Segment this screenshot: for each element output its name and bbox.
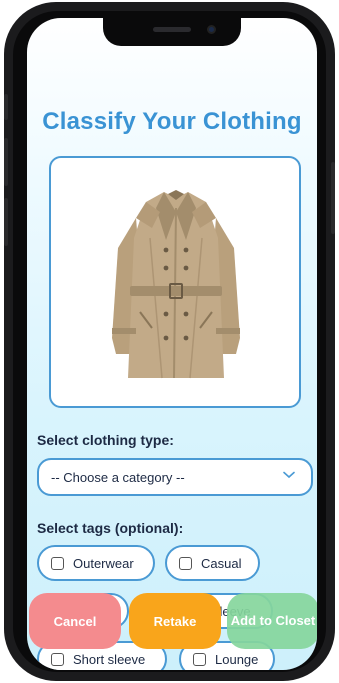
- app-screen: Classify Your Clothing Select clothing t…: [27, 18, 317, 670]
- checkbox-icon[interactable]: [51, 556, 64, 570]
- cancel-button[interactable]: Cancel: [29, 593, 121, 649]
- checkbox-icon[interactable]: [179, 556, 192, 570]
- tag-label: Outerwear: [73, 555, 134, 571]
- power-button: [331, 162, 335, 234]
- volume-down-button: [4, 198, 8, 246]
- tag-outerwear[interactable]: Outerwear: [37, 545, 155, 581]
- tag-label: Lounge: [215, 651, 259, 667]
- tag-label: Short sleeve: [73, 651, 146, 667]
- mute-switch: [4, 94, 8, 120]
- category-select[interactable]: -- Choose a category --: [37, 458, 313, 496]
- tag-label: Casual: [201, 555, 242, 571]
- category-select-value: -- Choose a category --: [51, 469, 185, 485]
- retake-button[interactable]: Retake: [129, 593, 221, 649]
- trench-coat-image: [112, 190, 240, 379]
- clothing-type-label: Select clothing type:: [37, 432, 174, 448]
- speaker-grille: [153, 27, 191, 32]
- tag-casual[interactable]: Casual: [165, 545, 260, 581]
- clothing-photo: [49, 156, 301, 408]
- checkbox-icon[interactable]: [51, 652, 64, 666]
- front-camera: [207, 25, 216, 34]
- chevron-down-icon: [283, 471, 295, 479]
- tags-label: Select tags (optional):: [37, 520, 184, 536]
- add-to-closet-button[interactable]: Add to Closet: [227, 593, 317, 649]
- volume-up-button: [4, 138, 8, 186]
- notch: [103, 18, 241, 46]
- page-title: Classify Your Clothing: [42, 108, 302, 135]
- checkbox-icon[interactable]: [193, 652, 206, 666]
